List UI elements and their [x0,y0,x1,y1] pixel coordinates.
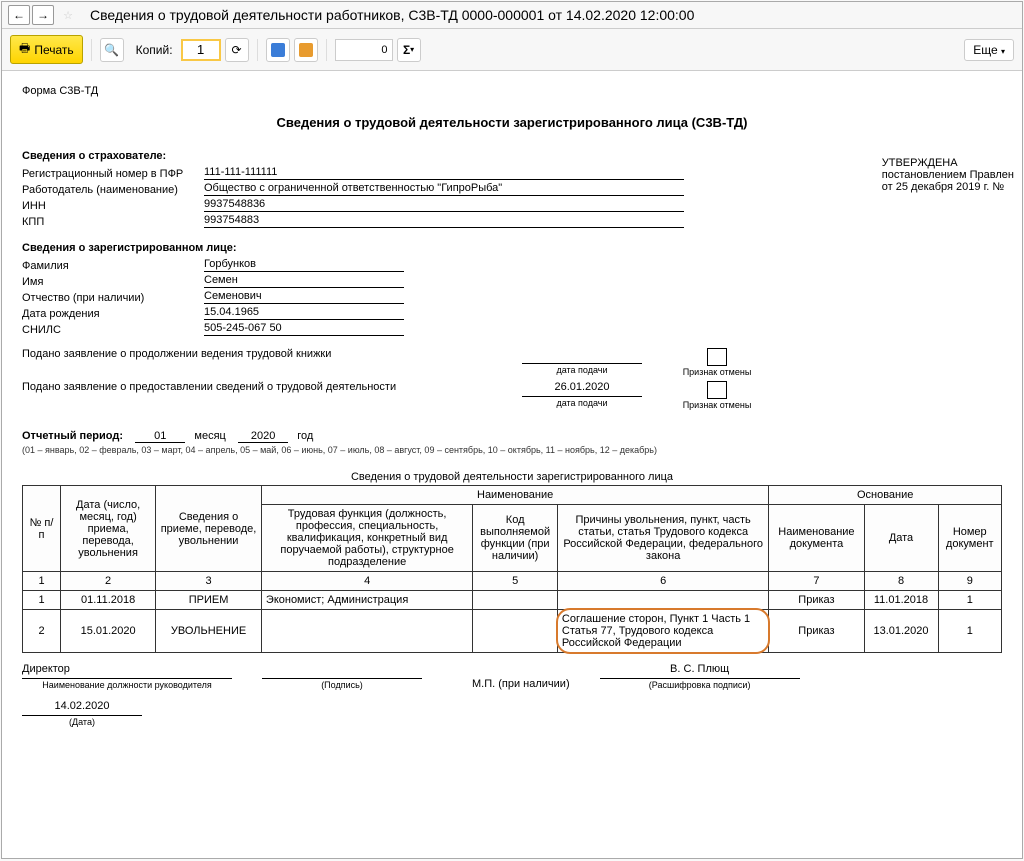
statement-2-date: 26.01.2020 [522,381,642,397]
table-row: 2 15.01.2020 УВОЛЬНЕНИЕ Соглашение сторо… [23,610,1002,653]
form-code: Форма С3В-ТД [22,85,1002,97]
period-month: 01 [135,430,185,443]
copies-input[interactable] [181,39,221,61]
window-title: Сведения о трудовой деятельности работни… [90,7,694,23]
period-year: 2020 [238,430,288,443]
signer-name: В. С. Плющ [600,663,800,679]
more-button[interactable]: Еще ▾ [964,39,1014,61]
table-row: 1 01.11.2018 ПРИЕМ Экономист; Администра… [23,591,1002,610]
insurer-heading: Сведения о страхователе: [22,150,1002,162]
save-orange-button[interactable] [294,38,318,62]
statement-2-text: Подано заявление о предоставлении сведен… [22,381,492,393]
copies-label: Копий: [136,43,173,57]
person-lastname: Горбунков [204,258,404,272]
refresh-button[interactable] [225,38,249,62]
dismissal-reason: Соглашение сторон, Пункт 1 Часть 1 Стать… [562,613,750,649]
person-heading: Сведения о зарегистрированном лице: [22,242,1002,254]
approved-stamp: УТВЕРЖДЕНА постановлением Правлен от 25 … [882,157,1014,193]
save-blue-button[interactable] [266,38,290,62]
insurer-name: Общество с ограниченной ответственностью… [204,182,684,196]
person-firstname: Семен [204,274,404,288]
director-title: Директор [22,663,232,679]
print-button[interactable]: Печать [10,35,83,64]
signature-line [262,663,422,679]
favorite-icon[interactable]: ☆ [58,5,78,25]
sigma-icon [403,43,410,57]
activity-table: № п/п Дата (число, месяц, год) приема, п… [22,485,1002,653]
document-area[interactable]: УТВЕРЖДЕНА постановлением Правлен от 25 … [2,71,1022,858]
insurer-inn: 9937548836 [204,198,684,212]
insurer-kpp: 993754883 [204,214,684,228]
print-label: Печать [34,43,73,57]
refresh-icon [232,43,242,57]
magnifier-icon [104,43,119,57]
nav-back-button[interactable]: ← [8,5,30,25]
document-heading: Сведения о трудовой деятельности зарегис… [22,115,1002,130]
statement-2-cancel-box [707,381,727,399]
nav-forward-button[interactable]: → [32,5,54,25]
sum-button[interactable]: ▾ [397,38,421,62]
page-field[interactable]: 0 [335,39,393,61]
statement-1-date [522,348,642,364]
document-date: 14.02.2020 [22,700,142,716]
statement-1-text: Подано заявление о продолжении ведения т… [22,348,492,360]
titlebar: ← → ☆ Сведения о трудовой деятельности р… [2,2,1022,29]
table-title: Сведения о трудовой деятельности зарегис… [22,471,1002,483]
person-middlename: Семенович [204,290,404,304]
insurer-reg: 111-111-111111 [204,166,684,180]
statement-1-cancel-box [707,348,727,366]
person-snils: 505-245-067 50 [204,322,404,336]
printer-icon [19,39,30,60]
mp-text: М.П. (при наличии) [472,678,570,690]
save-icon [271,43,285,57]
preview-button[interactable] [100,38,124,62]
export-icon [299,43,313,57]
period-row: Отчетный период: 01 месяц 2020 год [22,430,1002,443]
toolbar: Печать Копий: 0 ▾ Еще ▾ [2,29,1022,71]
person-dob: 15.04.1965 [204,306,404,320]
